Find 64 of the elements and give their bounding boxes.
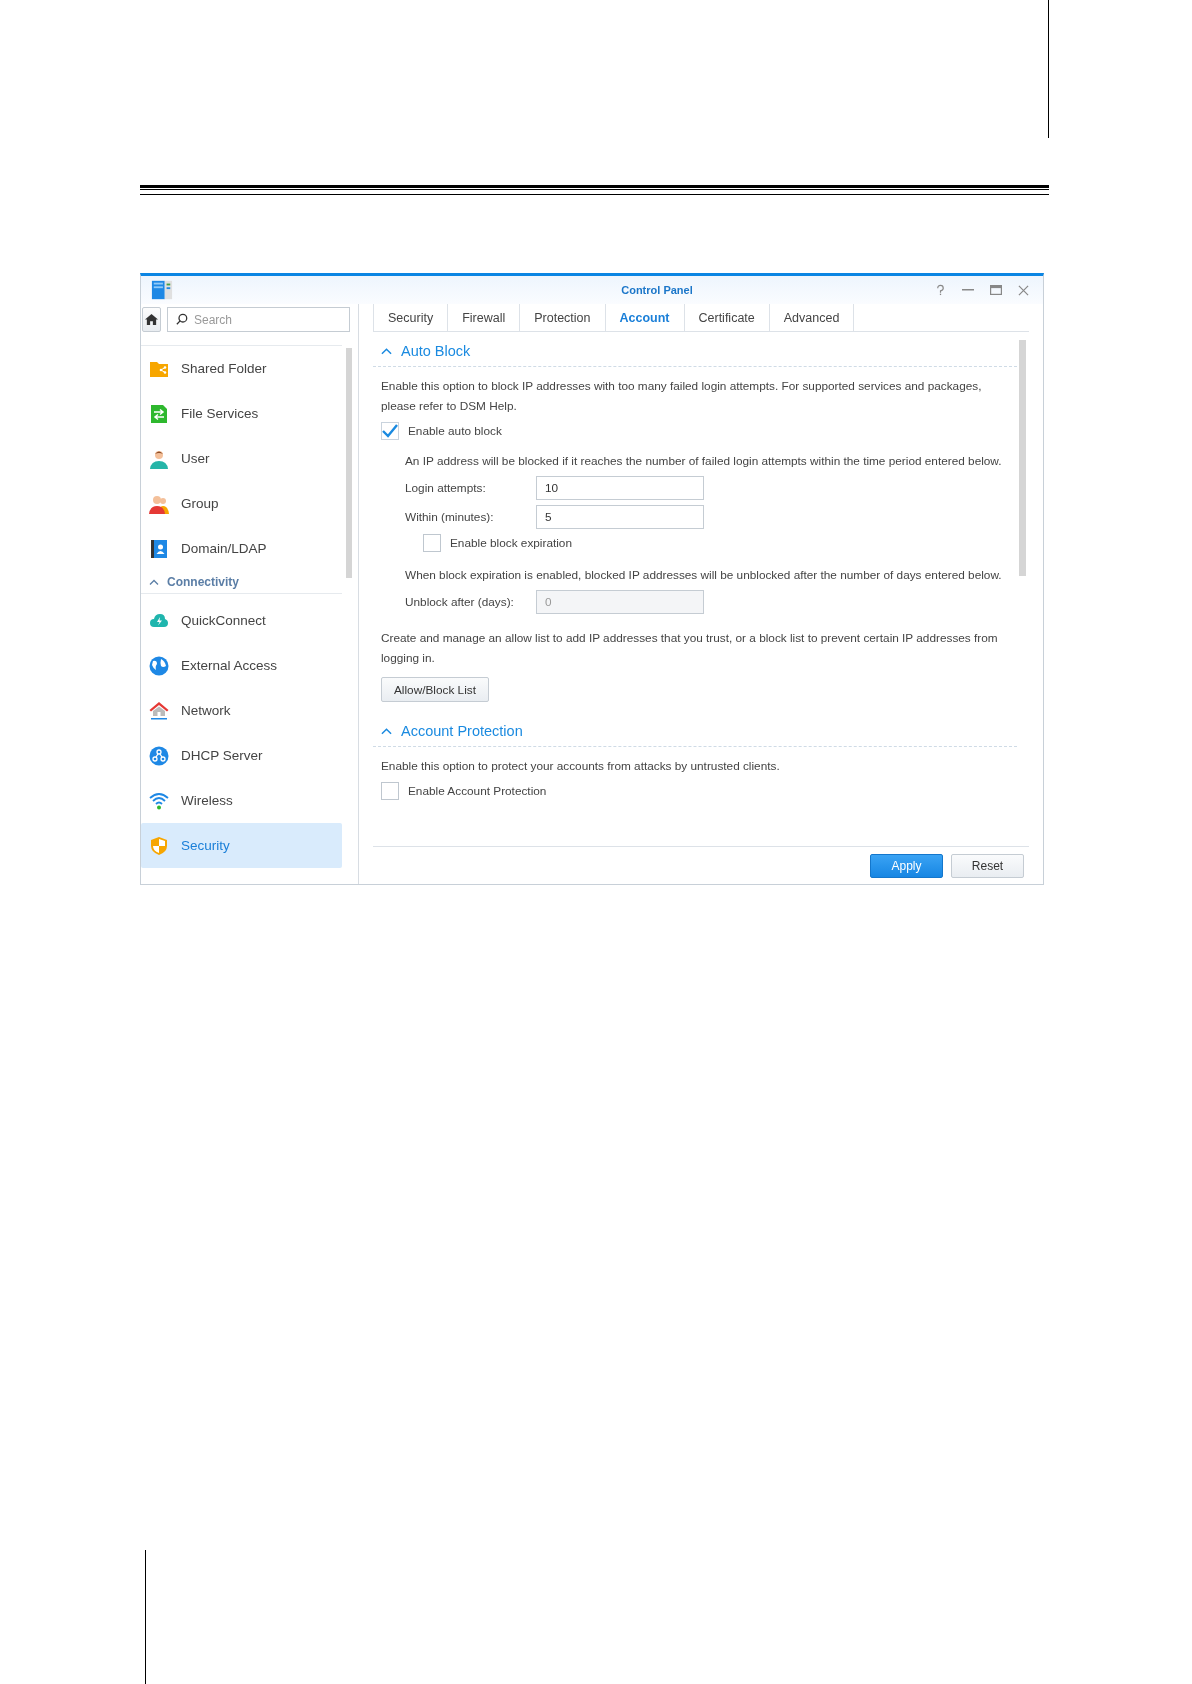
contact-book-icon [149,538,169,559]
field-label: Unblock after (days): [405,595,515,609]
sidebar-item[interactable]: Security [141,823,342,868]
section-header[interactable]: Auto Block [373,336,1017,367]
house-icon [149,700,169,721]
sidebar-item[interactable]: Domain/LDAP [141,526,342,571]
file-arrows-icon [149,403,169,424]
sidebar-item[interactable]: QuickConnect [141,598,342,643]
shield-icon [149,835,169,856]
tab[interactable]: Protection [520,304,606,331]
sidebar-group-header[interactable]: Connectivity [141,571,342,594]
reset-button[interactable]: Reset [951,853,1024,878]
tab[interactable]: Advanced [769,304,855,331]
sidebar-item[interactable]: Group [141,481,342,526]
section-header[interactable]: Account Protection [373,716,1017,747]
help-icon[interactable] [935,284,946,296]
sidebar-item[interactable]: Shared Folder [141,346,342,391]
globe-icon [149,655,169,676]
input-field[interactable]: 10 [536,476,704,500]
checkbox[interactable]: Enable auto block [381,420,502,442]
checkbox-label: Enable block expiration [450,536,572,550]
network-nodes-icon [149,745,169,766]
user-icon [149,448,169,469]
home-icon [144,313,159,326]
tab[interactable]: Account [605,304,685,331]
control-panel-app-icon [151,279,173,301]
sidebar-item[interactable]: File Services [141,391,342,436]
field-label: Login attempts: [405,481,487,495]
checkbox[interactable]: Enable Account Protection [381,780,547,802]
minimize-icon[interactable] [962,289,974,291]
sidebar-item[interactable]: Wireless [141,778,342,823]
checkbox-box[interactable] [381,782,399,800]
description-text: Create and manage an allow list to add IP addresses that you trust, or a block list to prevent certain IP addresses from logging in. [381,630,999,667]
checkbox-box[interactable] [423,534,441,552]
wifi-icon [149,790,169,811]
group-icon [149,493,169,514]
tab[interactable]: Security [373,304,449,331]
input-field[interactable]: 5 [536,505,704,529]
section-title: Account Protection [401,723,523,739]
scrollbar-thumb[interactable] [346,348,352,578]
checkbox-label: Enable Account Protection [408,784,547,798]
sidebar-item[interactable]: DHCP Server [141,733,342,778]
allow-block-list-button[interactable]: Allow/Block List [381,677,489,702]
maximize-icon[interactable] [990,285,1002,295]
home-button[interactable] [142,307,161,332]
window-title: Control Panel [620,284,694,296]
tab[interactable]: Firewall [448,304,521,331]
group-title: Connectivity [167,575,239,589]
checkbox-label: Enable auto block [408,424,502,438]
description-text: Enable this option to protect your accounts from attacks by untrusted clients. [381,758,781,775]
close-icon[interactable] [1018,284,1029,296]
sidebar-item[interactable]: User [141,436,342,481]
checkbox[interactable]: Enable block expiration [423,532,572,554]
note-text: An IP address will be blocked if it reaches the number of failed login attempts within the time period entered below. [405,453,1003,470]
description-text: Enable this option to block IP addresses with too many failed login attempts. For supported services and packages, please refer to DSM Help. [381,378,983,415]
note-text: When block expiration is enabled, blocked IP addresses will be unblocked after the number of days entered below. [405,567,1003,584]
sidebar-item[interactable]: Network [141,688,342,733]
section-title: Auto Block [401,343,471,359]
scrollbar-thumb[interactable] [1019,340,1026,576]
field-label: Within (minutes): [405,510,495,524]
checkbox-box[interactable] [381,422,399,440]
search-field[interactable]: Search [167,307,350,332]
tab[interactable]: Certificate [684,304,770,331]
sidebar-item[interactable]: External Access [141,643,342,688]
